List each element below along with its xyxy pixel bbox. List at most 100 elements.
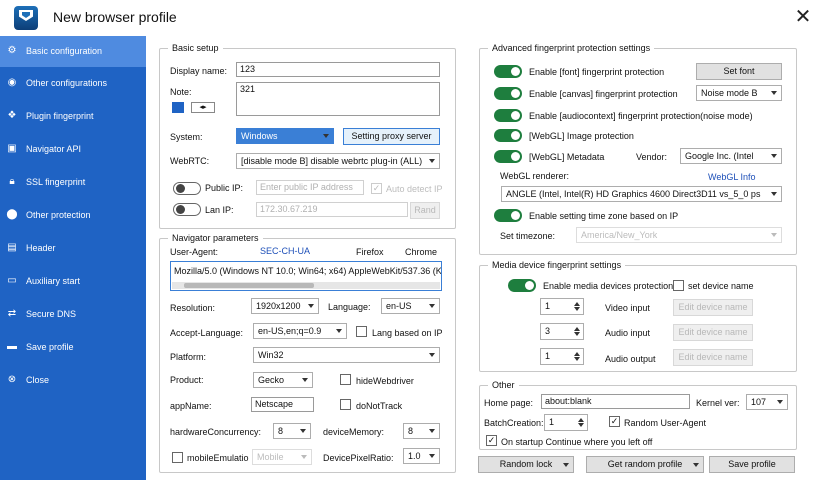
device-memory-select[interactable]: 8 (403, 423, 440, 439)
timezone-select[interactable]: America/New_York (576, 227, 782, 243)
sidebar-item-plugin-fingerprint[interactable]: ❖ Plugin fingerprint (0, 101, 146, 132)
language-select[interactable]: en-US (381, 298, 440, 314)
media-device-legend: Media device fingerprint settings (492, 260, 622, 270)
sidebar-item-close[interactable]: ⊗ Close (0, 365, 146, 396)
chevron-down-icon (429, 454, 435, 458)
public-ip-input[interactable]: Enter public IP address (256, 180, 364, 195)
set-device-name-checkbox[interactable] (673, 280, 684, 291)
canvas-protection-label: Enable [canvas] fingerprint protection (529, 89, 678, 99)
display-name-input[interactable]: 123 (236, 62, 440, 77)
scrollbar-thumb[interactable] (184, 283, 314, 288)
sidebar-item-ssl-fingerprint[interactable]: 🔒︎ SSL fingerprint (0, 167, 146, 198)
accept-language-value: en-US,en;q=0.9 (258, 326, 322, 336)
appname-label: appName: (170, 401, 212, 411)
do-not-track-checkbox[interactable] (340, 399, 351, 410)
edit-video-device-button[interactable]: Edit device name (673, 299, 753, 316)
audio-output-stepper[interactable]: 1 (540, 348, 584, 365)
rand-button[interactable]: Rand (410, 202, 440, 219)
sidebar-item-save-profile[interactable]: ▬ Save profile (0, 332, 146, 363)
video-input-value: 1 (545, 301, 551, 311)
sidebar-item-header[interactable]: ▤ Header (0, 233, 146, 264)
timezone-toggle[interactable] (494, 209, 522, 222)
chevron-up-icon[interactable] (574, 352, 580, 356)
batch-creation-stepper[interactable]: 1 (544, 414, 588, 431)
hide-webdriver-checkbox[interactable] (340, 374, 351, 385)
chevron-up-icon[interactable] (578, 418, 584, 422)
sidebar-item-auxiliary-start[interactable]: ▭ Auxiliary start (0, 266, 146, 297)
chevron-up-icon[interactable] (574, 302, 580, 306)
product-select[interactable]: Gecko (253, 372, 313, 388)
sidebar-item-secure-dns[interactable]: ⇄ Secure DNS (0, 299, 146, 330)
sidebar-item-basic-configuration[interactable]: ⚙ Basic configuration (0, 36, 146, 67)
kernel-version-select[interactable]: 107 (746, 394, 788, 410)
device-pixel-ratio-select[interactable]: 1.0 (403, 448, 440, 464)
public-ip-toggle[interactable] (173, 182, 201, 195)
home-page-input[interactable]: about:blank (541, 394, 690, 409)
platform-value: Win32 (258, 350, 284, 360)
mobile-emulation-checkbox[interactable] (172, 452, 183, 463)
hardware-concurrency-value: 8 (278, 426, 284, 436)
chevron-down-icon[interactable] (578, 423, 584, 427)
chevron-down-icon[interactable] (574, 332, 580, 336)
auto-detect-ip-checkbox[interactable]: ✓ (371, 183, 382, 194)
lan-ip-input[interactable]: 172.30.67.219 (256, 202, 408, 217)
get-random-profile-button[interactable]: Get random profile (586, 456, 704, 473)
startup-continue-checkbox[interactable]: ✓ (486, 435, 497, 446)
sec-ch-ua-link[interactable]: SEC-CH-UA (260, 246, 310, 256)
vendor-label: Vendor: (636, 152, 668, 162)
set-font-button[interactable]: Set font (696, 63, 782, 80)
lan-ip-toggle[interactable] (173, 203, 201, 216)
setting-proxy-server-button[interactable]: Setting proxy server (343, 128, 440, 145)
audio-input-value: 3 (545, 326, 551, 336)
close-icon[interactable]: ✕ (792, 6, 814, 28)
arrow-buttons-icon[interactable]: ◂▸ (191, 102, 215, 113)
random-lock-label: Random lock (499, 459, 553, 469)
edit-audio-input-device-button[interactable]: Edit device name (673, 324, 753, 341)
chevron-down-icon[interactable] (574, 357, 580, 361)
sidebar-item-other-protection[interactable]: ⬤ Other protection (0, 200, 146, 231)
home-icon[interactable] (172, 102, 184, 113)
webgl-image-toggle[interactable] (494, 129, 522, 142)
vendor-select[interactable]: Google Inc. (Intel (680, 148, 782, 164)
random-user-agent-checkbox[interactable]: ✓ (609, 416, 620, 427)
sidebar-item-other-configurations[interactable]: ◉ Other configurations (0, 68, 146, 99)
chevron-down-icon[interactable] (574, 307, 580, 311)
save-profile-button[interactable]: Save profile (709, 456, 795, 473)
mobile-select[interactable]: Mobile (252, 449, 312, 465)
chevron-down-icon (771, 154, 777, 158)
edit-audio-output-device-button[interactable]: Edit device name (673, 349, 753, 366)
user-agent-scrollbar[interactable] (172, 282, 440, 289)
chevron-up-icon[interactable] (574, 327, 580, 331)
plugin-icon: ❖ (7, 110, 17, 121)
startup-continue-label: On startup Continue where you left off (501, 437, 653, 447)
webrtc-label: WebRTC: (170, 156, 210, 166)
appname-input[interactable]: Netscape (251, 397, 314, 412)
chevron-down-icon (771, 233, 777, 237)
random-lock-button[interactable]: Random lock (478, 456, 574, 473)
canvas-mode-select[interactable]: Noise mode B (696, 85, 782, 101)
lang-based-on-ip-checkbox[interactable] (356, 326, 367, 337)
audio-input-stepper[interactable]: 3 (540, 323, 584, 340)
webgl-renderer-value: ANGLE (Intel, Intel(R) HD Graphics 4600 … (506, 189, 761, 199)
kernel-version-label: Kernel ver: (696, 398, 740, 408)
webgl-renderer-select[interactable]: ANGLE (Intel, Intel(R) HD Graphics 4600 … (501, 186, 782, 202)
webgl-metadata-toggle[interactable] (494, 150, 522, 163)
language-value: en-US (386, 301, 412, 311)
audiocontext-protection-label: Enable [audiocontext] fingerprint protec… (529, 111, 753, 121)
platform-select[interactable]: Win32 (253, 347, 440, 363)
accept-language-select[interactable]: en-US,en;q=0.9 (253, 323, 347, 339)
resolution-select[interactable]: 1920x1200 (251, 298, 319, 314)
canvas-protection-toggle[interactable] (494, 87, 522, 100)
font-protection-toggle[interactable] (494, 65, 522, 78)
firefox-option[interactable]: Firefox (356, 247, 384, 257)
audiocontext-protection-toggle[interactable] (494, 109, 522, 122)
webrtc-select[interactable]: [disable mode B] disable webrtc plug-in … (236, 153, 440, 169)
sidebar-item-navigator-api[interactable]: ▣ Navigator API (0, 134, 146, 165)
webgl-info-link[interactable]: WebGL Info (708, 172, 756, 182)
system-select[interactable]: Windows (236, 128, 334, 144)
chrome-option[interactable]: Chrome (405, 247, 437, 257)
video-input-stepper[interactable]: 1 (540, 298, 584, 315)
media-protection-toggle[interactable] (508, 279, 536, 292)
note-textarea[interactable]: 321 (236, 82, 440, 116)
hardware-concurrency-select[interactable]: 8 (273, 423, 311, 439)
